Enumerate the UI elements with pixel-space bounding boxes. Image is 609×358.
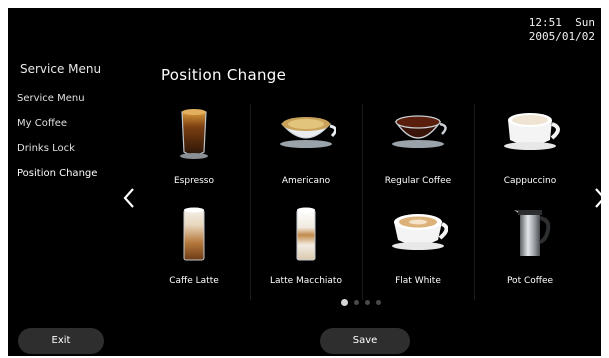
drink-label: Americano <box>281 176 331 186</box>
save-button[interactable]: Save <box>320 328 410 354</box>
page-dot[interactable] <box>365 300 370 305</box>
sidebar-item-position-change[interactable]: Position Change <box>17 166 97 191</box>
status-clock: 12:51 Sun 2005/01/02 <box>475 16 595 44</box>
drink-label: Latte Macchiato <box>270 276 342 286</box>
latte-macchiato-glass-icon <box>296 207 316 261</box>
sidebar-title: Service Menu <box>20 62 102 76</box>
espresso-glass-icon <box>180 109 208 159</box>
coffee-pot-icon <box>514 210 551 256</box>
page-dot-active[interactable] <box>341 299 348 306</box>
chevron-right-icon[interactable] <box>591 186 601 210</box>
status-time: 12:51 Sun <box>528 16 595 29</box>
drink-tile-caffe-latte[interactable]: Caffe Latte <box>138 196 250 296</box>
sidebar-item-service-menu[interactable]: Service Menu <box>17 91 97 116</box>
drink-label: Pot Coffee <box>506 276 554 286</box>
page-dot[interactable] <box>354 300 359 305</box>
drink-tile-pot-coffee[interactable]: Pot Coffee <box>474 196 586 296</box>
page-title: Position Change <box>161 66 287 84</box>
sidebar-item-drinks-lock[interactable]: Drinks Lock <box>17 141 97 166</box>
sidebar-menu: Service Menu My Coffee Drinks Lock Posit… <box>17 91 97 191</box>
latte-glass-icon <box>183 207 205 261</box>
exit-button[interactable]: Exit <box>18 328 104 354</box>
drink-label: Cappuccino <box>503 176 557 186</box>
regular-coffee-cup-icon <box>392 115 447 148</box>
drink-tile-latte-macchiato[interactable]: Latte Macchiato <box>250 196 362 296</box>
flat-white-cup-icon <box>392 214 448 250</box>
drink-tile-regular-coffee[interactable]: Regular Coffee <box>362 96 474 196</box>
device-screen: 12:51 Sun 2005/01/02 Service Menu Servic… <box>8 8 601 356</box>
drink-label: Regular Coffee <box>384 176 452 186</box>
page-dot[interactable] <box>376 300 381 305</box>
drink-tile-flat-white[interactable]: Flat White <box>362 196 474 296</box>
cappuccino-cup-icon <box>504 113 560 150</box>
drink-tile-americano[interactable]: Americano <box>250 96 362 196</box>
drink-label: Espresso <box>173 176 214 186</box>
drink-label: Flat White <box>395 276 441 286</box>
drink-tile-cappuccino[interactable]: Cappuccino <box>474 96 586 196</box>
americano-cup-icon <box>280 117 336 148</box>
drink-label: Caffe Latte <box>169 276 219 286</box>
chevron-left-icon[interactable] <box>120 186 138 210</box>
drink-tile-espresso[interactable]: Espresso <box>138 96 250 196</box>
sidebar-item-my-coffee[interactable]: My Coffee <box>17 116 97 141</box>
status-date: 2005/01/02 <box>528 30 595 43</box>
page-indicator <box>339 298 399 308</box>
